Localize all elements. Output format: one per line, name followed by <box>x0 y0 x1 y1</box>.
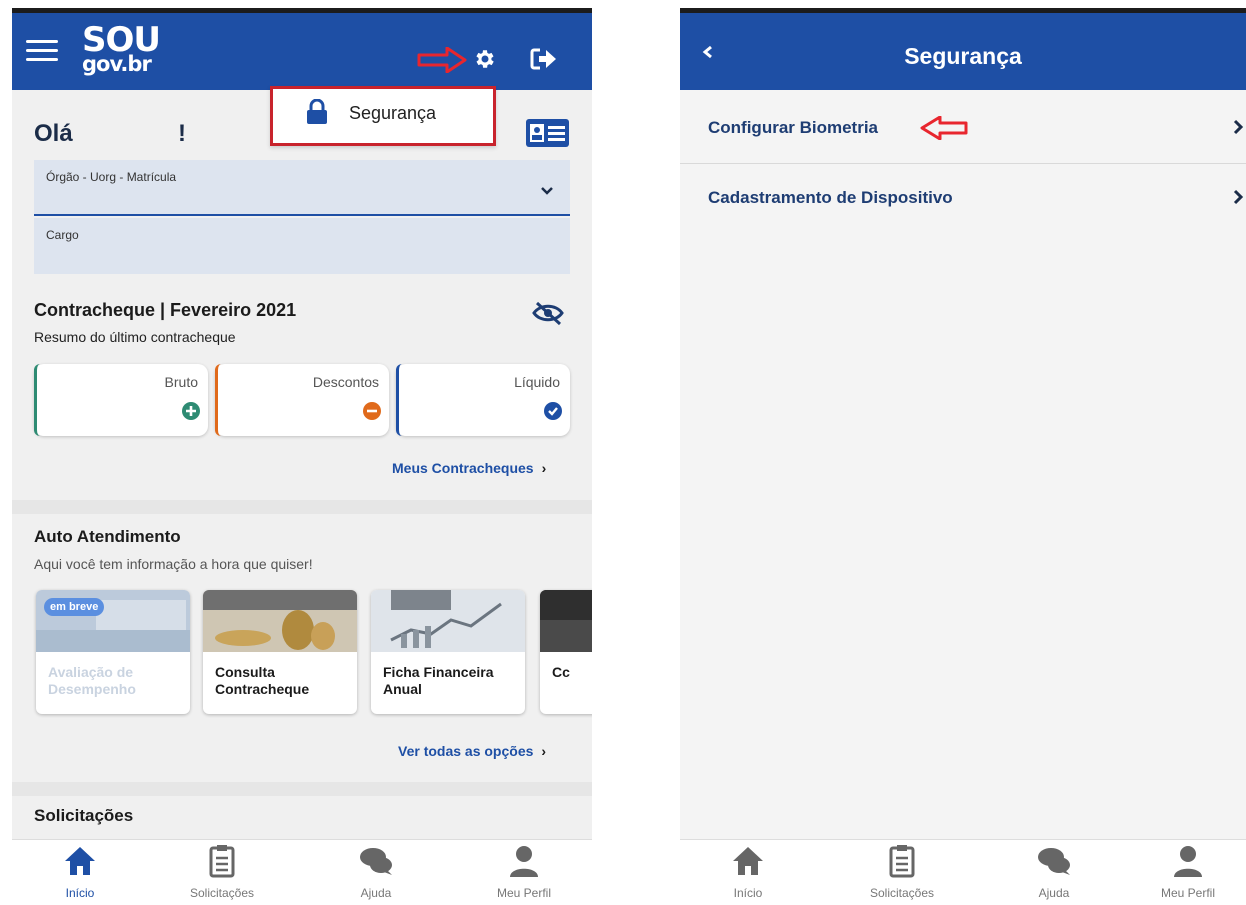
nav-label: Solicitações <box>189 886 255 900</box>
card-accent <box>396 364 402 436</box>
nav-meu-perfil[interactable]: Meu Perfil <box>1128 844 1246 900</box>
user-icon <box>1174 846 1202 877</box>
security-popup-label: Segurança <box>349 103 437 123</box>
tile-title: Consulta Contracheque <box>215 664 310 697</box>
my-paychecks-link[interactable]: Meus Contracheques › <box>392 460 546 476</box>
card-bruto[interactable]: Bruto <box>34 364 208 436</box>
cargo-field: Cargo <box>34 218 570 274</box>
page-title: Segurança <box>904 43 1022 69</box>
nav-label: Ajuda <box>1038 886 1070 900</box>
tile-image <box>371 590 525 652</box>
section-divider <box>12 782 592 796</box>
eye-off-icon[interactable] <box>532 300 564 326</box>
sou-govbr-logo: SOU gov.br <box>82 20 161 76</box>
id-card-icon[interactable] <box>525 118 570 148</box>
coming-soon-badge: em breve <box>44 598 105 616</box>
self-service-title: Auto Atendimento <box>34 527 181 546</box>
card-accent <box>215 364 221 436</box>
chevron-right-icon <box>1233 119 1244 135</box>
nav-label: Meu Perfil <box>1160 886 1216 900</box>
nav-ajuda[interactable]: Ajuda <box>994 844 1114 900</box>
cadastramento-dispositivo-item[interactable]: Cadastramento de Dispositivo <box>680 164 1246 238</box>
home-icon <box>733 847 763 875</box>
lock-icon <box>307 99 327 124</box>
nav-meu-perfil[interactable]: Meu Perfil <box>464 844 584 900</box>
nav-label: Início <box>733 886 763 900</box>
field-label: Cargo <box>46 228 79 242</box>
minus-circle-icon <box>363 402 381 420</box>
card-label: Líquido <box>514 374 560 390</box>
bottom-nav: Início Solicitações Ajuda Meu Perfil <box>680 839 1246 905</box>
home-icon <box>65 847 95 875</box>
gear-icon[interactable] <box>473 47 497 71</box>
tile-title: Avaliação de Desempenho <box>48 664 136 697</box>
nav-label: Solicitações <box>869 886 935 900</box>
tile-image <box>540 590 592 652</box>
menu-icon[interactable] <box>26 38 58 62</box>
user-icon <box>510 846 538 877</box>
nav-solicitacoes[interactable]: Solicitações <box>842 844 962 900</box>
app-bar: Segurança <box>680 13 1246 90</box>
self-service-subtitle: Aqui você tem informação a hora que quis… <box>34 556 313 572</box>
tile-avaliacao-desempenho[interactable]: em breve Avaliação de Desempenho <box>36 590 190 714</box>
clipboard-icon <box>889 845 915 878</box>
tile-ficha-financeira-anual[interactable]: Ficha Financeira Anual <box>371 590 525 714</box>
field-label: Órgão - Uorg - Matrícula <box>46 170 177 184</box>
card-liquido[interactable]: Líquido <box>396 364 570 436</box>
nav-label: Início <box>65 886 95 900</box>
chevron-right-icon <box>1233 189 1244 205</box>
nav-label: Ajuda <box>360 886 392 900</box>
chat-icon <box>1038 848 1070 875</box>
card-label: Bruto <box>164 374 198 390</box>
greeting-exclamation: ! <box>178 120 186 147</box>
chat-icon <box>360 848 392 875</box>
chevron-right-icon: › <box>541 460 547 476</box>
tile-image <box>203 590 357 652</box>
nav-label: Meu Perfil <box>496 886 552 900</box>
bottom-nav: Início Solicitações Ajuda Meu Perfil <box>12 839 592 905</box>
link-label: Meus Contracheques <box>392 460 534 476</box>
menu-item-label: Cadastramento de Dispositivo <box>708 188 953 207</box>
tile-title: Cc <box>552 664 570 680</box>
annotation-arrow-icon <box>417 47 467 73</box>
tile-title: Ficha Financeira Anual <box>383 664 494 697</box>
nav-inicio[interactable]: Início <box>20 844 140 900</box>
plus-circle-icon <box>182 402 200 420</box>
orgao-uorg-matricula-select[interactable]: Órgão - Uorg - Matrícula <box>34 160 570 216</box>
card-label: Descontos <box>312 374 379 390</box>
requests-title: Solicitações <box>34 806 134 825</box>
nav-solicitacoes[interactable]: Solicitações <box>162 844 282 900</box>
card-descontos[interactable]: Descontos <box>215 364 389 436</box>
nav-inicio[interactable]: Início <box>688 844 808 900</box>
link-label: Ver todas as opções <box>398 743 534 759</box>
menu-item-label: Configurar Biometria <box>708 118 879 137</box>
nav-ajuda[interactable]: Ajuda <box>316 844 436 900</box>
logout-icon[interactable] <box>530 47 558 71</box>
tile-consulta-contracheque[interactable]: Consulta Contracheque <box>203 590 357 714</box>
card-accent <box>34 364 40 436</box>
paycheck-subtitle: Resumo do último contracheque <box>34 329 236 345</box>
paycheck-title: Contracheque | Fevereiro 2021 <box>34 300 297 320</box>
app-bar: SOU gov.br <box>12 13 592 90</box>
annotation-arrow-icon <box>920 116 968 140</box>
security-screen: Segurança Configurar Biometria Cadastram… <box>680 8 1246 905</box>
configurar-biometria-item[interactable]: Configurar Biometria <box>680 90 1246 164</box>
see-all-options-link[interactable]: Ver todas as opções › <box>398 743 546 759</box>
tile-partial[interactable]: Cc <box>540 590 592 714</box>
security-popup-item[interactable]: Segurança <box>270 86 496 146</box>
section-divider <box>12 500 592 514</box>
chevron-right-icon: › <box>541 743 547 759</box>
greeting-text: Olá <box>34 120 73 147</box>
home-screen: SOU gov.br Olá ! Órgão - Uorg - Matrícul… <box>12 8 592 905</box>
chevron-down-icon <box>541 187 553 195</box>
clipboard-icon <box>209 845 235 878</box>
check-circle-icon <box>544 402 562 420</box>
